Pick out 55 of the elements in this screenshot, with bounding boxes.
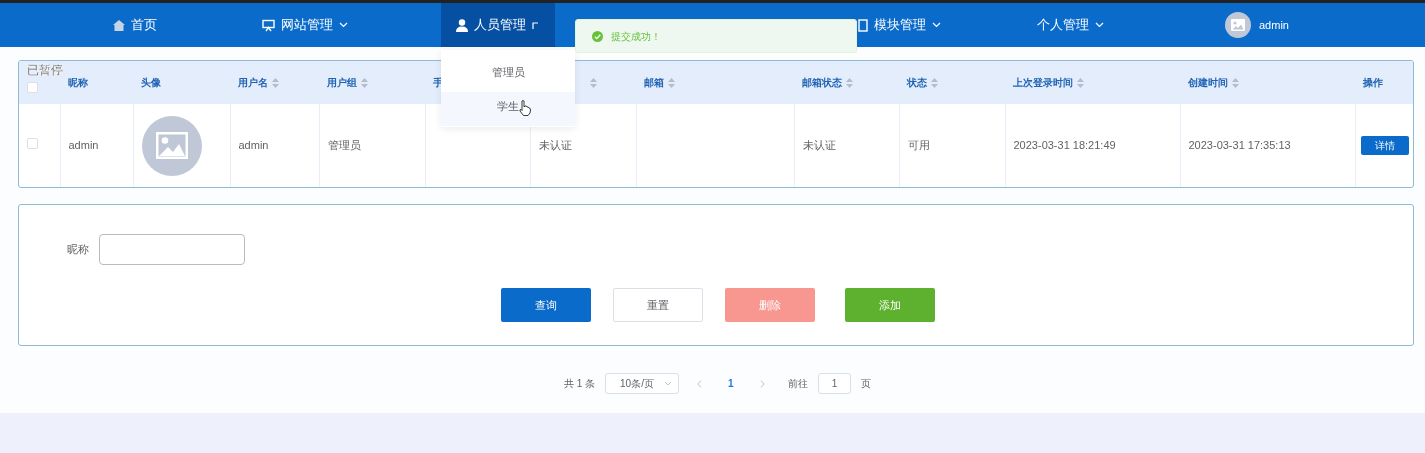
menu-item[interactable]: 管理员	[441, 58, 575, 92]
column-header: 头像	[141, 77, 161, 88]
menu-item[interactable]: 学生	[441, 92, 575, 126]
checkbox[interactable]	[27, 82, 38, 93]
panel-icon	[858, 18, 868, 32]
avatar-icon[interactable]	[1225, 12, 1251, 38]
toast-text: 提交成功！	[611, 29, 661, 44]
column-header: 上次登录时间	[1013, 77, 1073, 88]
success-icon	[592, 30, 603, 42]
monitor-icon	[262, 18, 275, 32]
table-cell: admin	[68, 139, 99, 152]
action-button[interactable]: 重置	[613, 288, 703, 322]
page-size-select[interactable]: 10条/页	[605, 373, 680, 394]
action-button[interactable]: 添加	[845, 288, 935, 322]
home-icon	[113, 19, 125, 31]
page-suffix: 页	[861, 377, 872, 391]
table-cell: 2023-03-31 17:35:13	[1188, 139, 1291, 152]
nav-item[interactable]: 网站管理	[220, 3, 390, 47]
table-cell: 未认证	[802, 139, 836, 152]
page-number[interactable]: 1	[720, 376, 742, 391]
chevron-left-icon	[697, 380, 703, 389]
nav-item[interactable]: 首页	[50, 3, 220, 47]
column-header: 用户组	[327, 77, 357, 88]
column-header: 邮箱	[644, 77, 664, 88]
column-header: 状态	[907, 77, 927, 88]
table-cell: 管理员	[327, 139, 361, 152]
image-icon	[1231, 19, 1245, 31]
nav-item[interactable]: 模块管理	[858, 3, 965, 47]
column-header: 操作	[1363, 77, 1383, 88]
input-field[interactable]	[99, 234, 245, 265]
field-label: 昵称	[67, 242, 89, 258]
action-button[interactable]: 查询	[501, 288, 591, 322]
table-cell: 未认证	[538, 139, 572, 152]
table-cell: 2023-03-31 18:21:49	[1013, 139, 1116, 152]
goto-label: 前往	[788, 377, 809, 391]
table-cell: admin	[238, 139, 269, 152]
details-button[interactable]: 详情	[1361, 136, 1409, 155]
column-header: 用户名	[238, 77, 268, 88]
user-icon	[456, 18, 468, 32]
column-header: 邮箱状态	[802, 77, 842, 88]
hand-cursor-icon	[519, 100, 531, 116]
paused-label: 已暂停	[27, 63, 63, 77]
nav-item[interactable]: 人员管理	[441, 3, 555, 47]
page-input[interactable]: 1	[818, 373, 852, 394]
avatar-placeholder-icon	[141, 115, 202, 176]
column-header: 昵称	[68, 77, 88, 88]
column-header: 创建时间	[1188, 77, 1228, 88]
user-name[interactable]: admin	[1259, 16, 1289, 34]
column-header: 手	[433, 77, 443, 88]
nav-item[interactable]: 个人管理	[995, 3, 1145, 47]
chevron-right-icon	[759, 380, 765, 389]
total-count: 共 1 条	[563, 377, 596, 391]
chevron-down-icon	[664, 381, 673, 386]
checkbox[interactable]	[27, 138, 38, 150]
table-cell: 可用	[907, 139, 930, 152]
